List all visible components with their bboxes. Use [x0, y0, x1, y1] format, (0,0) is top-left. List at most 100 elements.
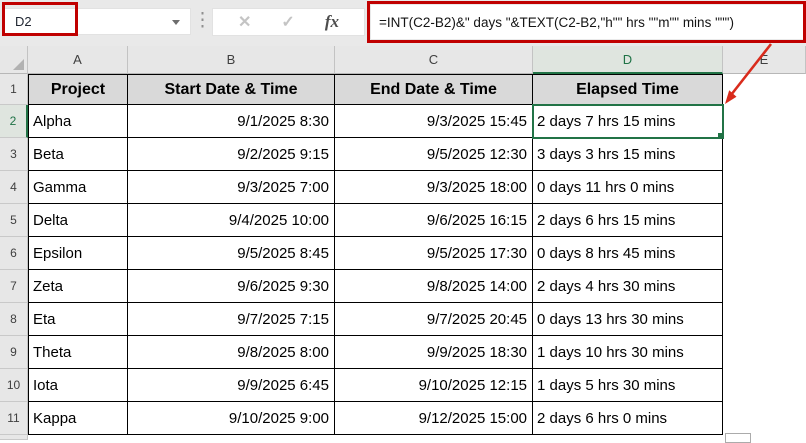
cell-project[interactable]: Zeta [28, 270, 128, 303]
cell-d1-elapsed-header[interactable]: Elapsed Time [533, 74, 723, 105]
cell-end[interactable]: 9/6/2025 16:15 [335, 204, 533, 237]
cell-empty[interactable] [335, 435, 533, 440]
cell-elapsed[interactable]: 1 days 10 hrs 30 mins [533, 336, 723, 369]
cell-project[interactable]: Epsilon [28, 237, 128, 270]
toolbar-drag-handle-icon: ⋮ [193, 10, 212, 31]
cell-project[interactable]: Beta [28, 138, 128, 171]
cell-project[interactable]: Kappa [28, 402, 128, 435]
cell-elapsed[interactable]: 1 days 5 hrs 30 mins [533, 369, 723, 402]
cell-start[interactable]: 9/5/2025 8:45 [128, 237, 335, 270]
name-box[interactable]: D2 [3, 8, 191, 35]
cell-start[interactable]: 9/7/2025 7:15 [128, 303, 335, 336]
cell-elapsed[interactable]: 0 days 8 hrs 45 mins [533, 237, 723, 270]
row-header-1[interactable]: 1 [0, 74, 28, 105]
table-row: 10 Iota 9/9/2025 6:45 9/10/2025 12:15 1 … [0, 369, 806, 402]
table-row: 7 Zeta 9/6/2025 9:30 9/8/2025 14:00 2 da… [0, 270, 806, 303]
cell-empty[interactable] [28, 435, 128, 440]
formula-buttons-group: ✕ ✓ fx [212, 8, 365, 36]
cell-start[interactable]: 9/3/2025 7:00 [128, 171, 335, 204]
table-header-row: 1 Project Start Date & Time End Date & T… [0, 74, 806, 105]
cell-start[interactable]: 9/4/2025 10:00 [128, 204, 335, 237]
cell-end[interactable]: 9/8/2025 14:00 [335, 270, 533, 303]
cell-end[interactable]: 9/7/2025 20:45 [335, 303, 533, 336]
cell-end[interactable]: 9/12/2025 15:00 [335, 402, 533, 435]
cell-elapsed[interactable]: 2 days 6 hrs 0 mins [533, 402, 723, 435]
column-header-d-selected[interactable]: D [533, 46, 723, 74]
cell-empty[interactable] [723, 105, 806, 138]
cell-a1-project-header[interactable]: Project [28, 74, 128, 105]
active-cell-d2[interactable]: 2 days 7 hrs 15 mins [532, 104, 724, 139]
table-row: 9 Theta 9/8/2025 8:00 9/9/2025 18:30 1 d… [0, 336, 806, 369]
column-header-b[interactable]: B [128, 46, 335, 74]
cell-b1-start-header[interactable]: Start Date & Time [128, 74, 335, 105]
row-header[interactable]: 8 [0, 303, 28, 336]
cell-empty[interactable] [723, 336, 806, 369]
cell-end[interactable]: 9/3/2025 15:45 [335, 105, 533, 138]
table-row: 3 Beta 9/2/2025 9:15 9/5/2025 12:30 3 da… [0, 138, 806, 171]
cell-project[interactable]: Eta [28, 303, 128, 336]
cell-end[interactable]: 9/3/2025 18:00 [335, 171, 533, 204]
cell-start[interactable]: 9/8/2025 8:00 [128, 336, 335, 369]
enter-icon[interactable]: ✓ [281, 12, 294, 32]
row-header[interactable]: 10 [0, 369, 28, 402]
cell-empty[interactable] [723, 402, 806, 435]
table-row: 11 Kappa 9/10/2025 9:00 9/12/2025 15:00 … [0, 402, 806, 435]
cell-project[interactable]: Alpha [28, 105, 128, 138]
cell-end[interactable]: 9/5/2025 12:30 [335, 138, 533, 171]
cell-project[interactable]: Delta [28, 204, 128, 237]
column-header-a[interactable]: A [28, 46, 128, 74]
cell-project[interactable]: Theta [28, 336, 128, 369]
cell-e1[interactable] [723, 74, 806, 105]
row-header[interactable]: 11 [0, 402, 28, 435]
cancel-icon[interactable]: ✕ [238, 12, 251, 32]
cell-start[interactable]: 9/2/2025 9:15 [128, 138, 335, 171]
cutoff-shape [725, 433, 751, 443]
column-header-row: A B C D E [0, 46, 806, 74]
formula-text: =INT(C2-B2)&" days "&TEXT(C2-B2,"h"" hrs… [379, 14, 734, 30]
cell-start[interactable]: 9/9/2025 6:45 [128, 369, 335, 402]
column-header-e[interactable]: E [723, 46, 806, 74]
cell-empty[interactable] [723, 171, 806, 204]
row-header[interactable] [0, 435, 28, 440]
cell-empty[interactable] [723, 204, 806, 237]
insert-function-icon[interactable]: fx [325, 12, 339, 32]
cell-start[interactable]: 9/6/2025 9:30 [128, 270, 335, 303]
cell-end[interactable]: 9/10/2025 12:15 [335, 369, 533, 402]
table-row: 5 Delta 9/4/2025 10:00 9/6/2025 16:15 2 … [0, 204, 806, 237]
cell-start[interactable]: 9/10/2025 9:00 [128, 402, 335, 435]
cell-c1-end-header[interactable]: End Date & Time [335, 74, 533, 105]
cell-empty[interactable] [723, 270, 806, 303]
cell-end[interactable]: 9/5/2025 17:30 [335, 237, 533, 270]
name-box-dropdown-icon[interactable] [172, 20, 180, 25]
cell-project[interactable]: Iota [28, 369, 128, 402]
row-header[interactable]: 6 [0, 237, 28, 270]
cell-project[interactable]: Gamma [28, 171, 128, 204]
cell-start[interactable]: 9/1/2025 8:30 [128, 105, 335, 138]
row-header[interactable]: 7 [0, 270, 28, 303]
row-header[interactable]: 4 [0, 171, 28, 204]
row-header-2-selected[interactable]: 2 [0, 105, 28, 138]
cell-empty[interactable] [723, 237, 806, 270]
cell-empty[interactable] [723, 303, 806, 336]
cell-elapsed[interactable]: 0 days 13 hrs 30 mins [533, 303, 723, 336]
cell-elapsed[interactable]: 2 days 4 hrs 30 mins [533, 270, 723, 303]
table-row: 8 Eta 9/7/2025 7:15 9/7/2025 20:45 0 day… [0, 303, 806, 336]
row-header[interactable]: 9 [0, 336, 28, 369]
formula-bar[interactable]: =INT(C2-B2)&" days "&TEXT(C2-B2,"h"" hrs… [371, 5, 804, 39]
cell-empty[interactable] [723, 369, 806, 402]
row-header[interactable]: 5 [0, 204, 28, 237]
select-all-icon [13, 59, 24, 70]
table-row: 2 Alpha 9/1/2025 8:30 9/3/2025 15:45 2 d… [0, 104, 806, 139]
cell-empty[interactable] [723, 138, 806, 171]
cell-end[interactable]: 9/9/2025 18:30 [335, 336, 533, 369]
cell-elapsed[interactable]: 3 days 3 hrs 15 mins [533, 138, 723, 171]
cell-empty[interactable] [128, 435, 335, 440]
cell-elapsed[interactable]: 0 days 11 hrs 0 mins [533, 171, 723, 204]
partial-row-12 [0, 435, 806, 440]
column-header-c[interactable]: C [335, 46, 533, 74]
cell-empty[interactable] [533, 435, 723, 440]
row-header[interactable]: 3 [0, 138, 28, 171]
select-all-button[interactable] [0, 46, 28, 74]
table-row: 6 Epsilon 9/5/2025 8:45 9/5/2025 17:30 0… [0, 237, 806, 270]
cell-elapsed[interactable]: 2 days 6 hrs 15 mins [533, 204, 723, 237]
